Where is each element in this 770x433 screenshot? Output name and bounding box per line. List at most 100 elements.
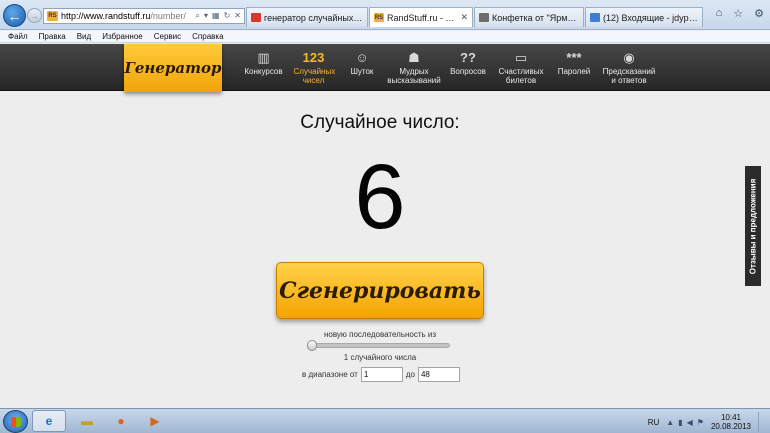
menu-file[interactable]: Файл	[8, 32, 28, 41]
taskbar-firefox[interactable]: ●	[104, 410, 138, 432]
tab-label: (12) Входящие - jdypismo@m...	[603, 12, 698, 23]
start-button[interactable]	[3, 410, 28, 433]
tab-2[interactable]: Конфетка от "Ярмарки масте...	[474, 7, 584, 27]
generate-button[interactable]: Сгенерировать	[276, 262, 484, 319]
site-logo[interactable]: Генератор	[124, 44, 222, 92]
nav-label: Шуток	[350, 67, 374, 76]
yarmarka-favicon-icon	[479, 13, 489, 22]
ball-icon: ◉	[623, 50, 635, 65]
nav-item-contests[interactable]: ▥ Конкурсов	[240, 44, 287, 91]
range-row: в диапазоне от до	[302, 367, 460, 382]
taskbar-media-player[interactable]: ▶	[138, 410, 172, 432]
page-title: Случайное число:	[300, 112, 460, 133]
nav-item-passwords[interactable]: *** Паролей	[550, 44, 598, 91]
network-icon[interactable]: ▮	[678, 418, 682, 427]
folder-icon: ▬	[81, 414, 93, 428]
nav-label: Конкурсов	[244, 67, 283, 76]
ie-icon: e	[45, 414, 53, 428]
tab-label: генератор случайных чисел ...	[264, 12, 363, 23]
feedback-tab[interactable]: Отзывы и предложения	[745, 166, 761, 286]
nav-item-lucky-tickets[interactable]: ▭ Счастливых билетов	[492, 44, 550, 91]
search-icon[interactable]: ⌕	[196, 11, 200, 21]
range-from-input[interactable]	[360, 367, 403, 382]
tab-label: RandStuff.ru - генератор с...	[387, 12, 456, 23]
menu-favorites[interactable]: Избранное	[102, 32, 143, 41]
numbers-icon: 123	[302, 50, 325, 65]
url-host: http://www.randstuff.ru	[61, 11, 151, 21]
feedback-label: Отзывы и предложения	[748, 178, 758, 274]
forward-button[interactable]: →	[27, 8, 42, 23]
tab-label: Конфетка от "Ярмарки масте...	[492, 12, 579, 23]
system-tray: RU ▲ ▮ ◀ ⚑ 10:41 20.08.2013	[648, 412, 764, 432]
menu-bar: Файл Правка Вид Избранное Сервис Справка	[0, 31, 770, 43]
nav-item-predictions[interactable]: ◉ Предсказаний и ответов	[598, 44, 660, 91]
mail-favicon-icon	[590, 13, 600, 22]
volume-icon[interactable]: ◀	[687, 418, 693, 427]
compat-icon[interactable]: ▦	[212, 11, 220, 21]
menu-tools[interactable]: Сервис	[154, 32, 181, 41]
range-to-input[interactable]	[417, 367, 460, 382]
nav-item-questions[interactable]: ?? Вопросов	[444, 44, 492, 91]
smiley-icon: ☺	[355, 50, 369, 65]
flag-icon[interactable]: ⚑	[697, 418, 704, 427]
nav-label: Вопросов	[450, 67, 486, 76]
taskbar: e ▬ ● ▶ RU ▲ ▮ ◀ ⚑ 10:41 20.08.2013	[0, 408, 770, 433]
favorites-star-icon[interactable]: ☆	[733, 7, 743, 20]
nav-item-wise-sayings[interactable]: ☗ Мудрых высказываний	[384, 44, 444, 91]
arrow-right-icon: →	[30, 10, 39, 21]
tab-3[interactable]: (12) Входящие - jdypismo@m...	[585, 7, 703, 27]
show-desktop-button[interactable]	[758, 412, 764, 432]
count-label: 1 случайного числа	[343, 353, 417, 362]
close-icon[interactable]: ✕	[460, 12, 468, 23]
home-icon[interactable]: ⌂	[716, 7, 723, 20]
question-icon: ??	[460, 50, 476, 65]
tab-1[interactable]: RS RandStuff.ru - генератор с... ✕	[369, 7, 473, 27]
google-favicon-icon	[251, 13, 261, 22]
arrow-left-icon: ←	[7, 7, 22, 24]
menu-view[interactable]: Вид	[77, 32, 91, 41]
media-player-icon: ▶	[150, 414, 160, 428]
taskbar-explorer[interactable]: ▬	[70, 410, 104, 432]
random-number-result: 6	[354, 146, 406, 248]
url-path: /number/	[150, 11, 186, 21]
slider-handle[interactable]	[307, 340, 317, 351]
menu-help[interactable]: Справка	[192, 32, 223, 41]
dropdown-icon[interactable]: ▾	[204, 11, 208, 21]
nav-label: Предсказаний и ответов	[602, 67, 656, 85]
clock-time: 10:41	[720, 413, 741, 422]
taskbar-ie[interactable]: e	[32, 410, 66, 432]
clock[interactable]: 10:41 20.08.2013	[711, 413, 751, 431]
nav-label: Счастливых билетов	[498, 67, 544, 85]
range-from-label: в диапазоне от	[302, 370, 358, 379]
firefox-icon: ●	[117, 414, 125, 428]
site-nav: ▥ Конкурсов 123 Случайных чисел ☺ Шуток …	[240, 44, 660, 91]
windows-logo-icon	[10, 416, 21, 427]
tray-arrow-icon[interactable]: ▲	[666, 418, 674, 427]
main-content: Случайное число: 6 Сгенерировать новую п…	[0, 92, 770, 408]
gear-icon[interactable]: ⚙	[754, 7, 764, 20]
menu-edit[interactable]: Правка	[39, 32, 66, 41]
nav-label: Мудрых высказываний	[387, 67, 441, 85]
sage-icon: ☗	[408, 50, 420, 65]
language-indicator[interactable]: RU	[648, 418, 660, 427]
password-icon: ***	[566, 50, 582, 65]
tab-strip: генератор случайных чисел ... RS RandStu…	[246, 7, 703, 27]
refresh-icon[interactable]: ↻	[224, 11, 231, 21]
count-slider[interactable]	[307, 340, 450, 351]
range-to-label: до	[405, 370, 415, 379]
clock-date: 20.08.2013	[710, 422, 751, 431]
browser-toolbar: ← → RS http://www.randstuff.ru/number/ ⌕…	[0, 0, 770, 30]
address-bar[interactable]: RS http://www.randstuff.ru/number/ ⌕ ▾ ▦…	[43, 8, 245, 24]
site-favicon-icon: RS	[374, 13, 384, 22]
ticket-icon: ▭	[514, 50, 528, 65]
nav-item-random-numbers[interactable]: 123 Случайных чисел	[287, 44, 340, 91]
nav-item-jokes[interactable]: ☺ Шуток	[340, 44, 384, 91]
site-favicon-icon: RS	[47, 11, 58, 21]
tab-0[interactable]: генератор случайных чисел ...	[246, 7, 368, 27]
stop-icon[interactable]: ✕	[234, 11, 241, 21]
nav-label: Случайных чисел	[293, 67, 336, 85]
back-button[interactable]: ←	[3, 4, 26, 27]
gift-icon: ▥	[257, 50, 270, 65]
sequence-label: новую последовательность из	[323, 330, 437, 339]
nav-label: Паролей	[557, 67, 591, 76]
